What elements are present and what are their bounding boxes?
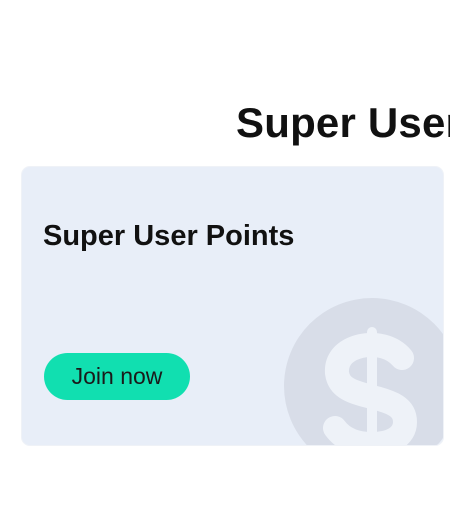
page: Super User Super User Points Join now xyxy=(0,0,450,520)
page-title: Super User xyxy=(236,99,450,147)
join-now-button[interactable]: Join now xyxy=(44,353,190,400)
dollar-icon xyxy=(284,298,443,445)
super-user-points-card: Super User Points Join now xyxy=(22,167,443,445)
card-title: Super User Points xyxy=(43,220,295,252)
